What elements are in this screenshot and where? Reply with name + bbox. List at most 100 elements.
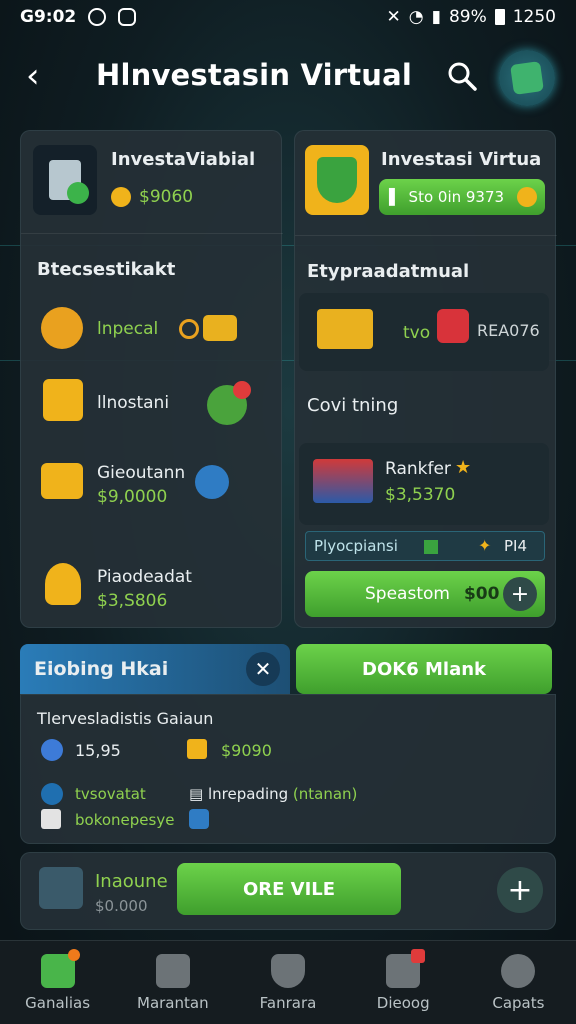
back-arrow-icon[interactable]: ‹ bbox=[26, 58, 56, 94]
shield-icon bbox=[271, 953, 305, 988]
layers-icon[interactable] bbox=[195, 465, 229, 499]
ore-vile-label: ORE VILE bbox=[242, 878, 336, 900]
progress-bar: Plyocpiansi ✦ PI4 bbox=[305, 531, 545, 561]
cube-icon bbox=[437, 309, 469, 343]
speastom-button[interactable]: Speastom $00 + bbox=[305, 571, 545, 617]
chart-icon: ▌ bbox=[389, 188, 401, 206]
nav-label: Capats bbox=[492, 993, 545, 1012]
page-title: Hlnvestasin Virtual bbox=[96, 58, 413, 92]
ranker-row[interactable]: Rankfer ★ $3,5370 bbox=[299, 443, 549, 525]
ranker-title: Rankfer bbox=[385, 459, 451, 479]
banner: Eiobing Hkai ✕ bbox=[20, 644, 290, 694]
detail-item-3[interactable]: bokonepesye bbox=[75, 811, 174, 829]
star-icon: ★ bbox=[455, 457, 472, 478]
nav-label: Ganalias bbox=[25, 993, 91, 1012]
doc-icon: ▤ bbox=[189, 785, 204, 803]
stat-2: $9090 bbox=[221, 741, 272, 760]
poster-icon bbox=[313, 459, 373, 503]
detail-item-2[interactable]: ▤ lnrepading (ntanan) bbox=[189, 785, 357, 803]
info-icon bbox=[41, 783, 63, 805]
clipboard-icon bbox=[43, 379, 83, 421]
map-avatar-button[interactable] bbox=[499, 50, 555, 106]
showcase-label: tvo bbox=[403, 323, 431, 343]
status-time: G9:02 bbox=[20, 7, 77, 27]
bottom-card-title: Inaoune bbox=[95, 871, 168, 892]
profile-icon bbox=[501, 953, 536, 988]
wifi-icon: ◔ bbox=[408, 7, 424, 27]
nav-item-home[interactable]: Ganalias bbox=[0, 941, 115, 1024]
details-heading: Tlervesladistis Gaiaun bbox=[37, 709, 214, 728]
nav-item-capats[interactable]: Capats bbox=[461, 941, 576, 1024]
battery-icon bbox=[494, 9, 505, 25]
chart-up-icon bbox=[39, 867, 83, 909]
speastom-label: Speastom bbox=[365, 584, 450, 604]
nav-item-marantan[interactable]: Marantan bbox=[115, 941, 230, 1024]
bottom-card-amount: $0.000 bbox=[95, 897, 148, 915]
bucket-icon bbox=[33, 145, 97, 215]
speastom-amount: $00 bbox=[463, 584, 500, 604]
dok-mlank-button[interactable]: DOK6 Mlank bbox=[296, 644, 552, 694]
bottom-nav: Ganalias Marantan Fanrara Dieoog Capats bbox=[0, 940, 576, 1024]
nav-item-fanrara[interactable]: Fanrara bbox=[230, 941, 345, 1024]
app-header: ‹ Hlnvestasin Virtual bbox=[0, 46, 576, 110]
banner-title: Eiobing Hkai bbox=[34, 658, 169, 680]
balance-pill-text: Sto 0in 9373 bbox=[408, 188, 505, 206]
document-icon bbox=[155, 953, 190, 988]
coin-icon bbox=[111, 187, 131, 207]
row-label: lnpecal bbox=[97, 319, 159, 339]
plus-icon[interactable]: + bbox=[503, 577, 537, 611]
search-icon[interactable] bbox=[446, 60, 478, 92]
id-card-icon[interactable] bbox=[203, 315, 237, 341]
gold-icon bbox=[187, 739, 207, 759]
mute-icon: ✕ bbox=[386, 7, 401, 27]
bottom-card: Inaoune $0.000 ORE VILE + bbox=[20, 852, 556, 930]
card-left-title: InvestaViabial bbox=[111, 149, 256, 170]
settings-icon bbox=[179, 319, 199, 339]
row-label: llnostani bbox=[97, 393, 170, 413]
row-label: Gieoutann bbox=[97, 463, 186, 483]
status-clock: 1250 bbox=[512, 7, 556, 27]
nav-label: Dieoog bbox=[376, 993, 430, 1012]
battery-percent: 89% bbox=[448, 7, 487, 27]
card-right-section-2: Covi tning bbox=[307, 395, 399, 416]
link-icon[interactable] bbox=[189, 809, 209, 829]
add-button[interactable]: + bbox=[497, 867, 543, 913]
progress-badge: PI4 bbox=[504, 537, 528, 555]
notification-badge bbox=[233, 381, 251, 399]
nav-item-dieoog[interactable]: Dieoog bbox=[346, 941, 461, 1024]
gear-icon bbox=[41, 307, 83, 349]
shield-badge-icon bbox=[305, 145, 369, 215]
nav-label: Fanrara bbox=[259, 993, 317, 1012]
screen-icon bbox=[41, 463, 83, 499]
row-amount: $9,0000 bbox=[97, 487, 168, 507]
compass-icon bbox=[41, 739, 63, 761]
investment-card-left: InvestaViabial $9060 Btecsestikakt lnpec… bbox=[20, 130, 283, 628]
detail-item-2-suffix: (ntanan) bbox=[292, 785, 358, 803]
box-icon bbox=[41, 809, 61, 829]
detail-item-1[interactable]: tvsovatat bbox=[75, 785, 146, 803]
close-icon[interactable]: ✕ bbox=[246, 652, 280, 686]
shield-icon bbox=[88, 8, 107, 26]
card-right-title: Investasi Virtua bbox=[381, 149, 542, 170]
card-left-section: Btecsestikakt bbox=[37, 259, 176, 280]
showcase-row[interactable]: tvo REA076 bbox=[299, 293, 549, 371]
divider bbox=[295, 235, 557, 236]
showcase-code: REA076 bbox=[477, 321, 540, 340]
stat-1: 15,95 bbox=[75, 741, 121, 760]
status-bar: G9:02 ✕ ◔ ▮ 89% 1250 bbox=[0, 0, 576, 34]
investment-card-right: Investasi Virtua ▌ Sto 0in 9373 Etypraad… bbox=[294, 130, 557, 628]
map-icon bbox=[510, 61, 544, 95]
row-amount: $3,S806 bbox=[97, 591, 168, 611]
coin-icon bbox=[517, 187, 537, 207]
ore-vile-button[interactable]: ORE VILE bbox=[177, 863, 401, 915]
card-left-amount: $9060 bbox=[139, 187, 194, 207]
balance-pill[interactable]: ▌ Sto 0in 9373 bbox=[379, 179, 545, 215]
divider bbox=[21, 233, 283, 234]
dok-mlank-label: DOK6 Mlank bbox=[362, 658, 486, 680]
cat-icon bbox=[118, 8, 137, 26]
nav-label: Marantan bbox=[137, 993, 209, 1012]
billboard-icon bbox=[317, 309, 373, 349]
person-icon bbox=[45, 563, 81, 605]
progress-label: Plyocpiansi bbox=[314, 537, 398, 555]
signal-icon: ▮ bbox=[431, 7, 441, 27]
